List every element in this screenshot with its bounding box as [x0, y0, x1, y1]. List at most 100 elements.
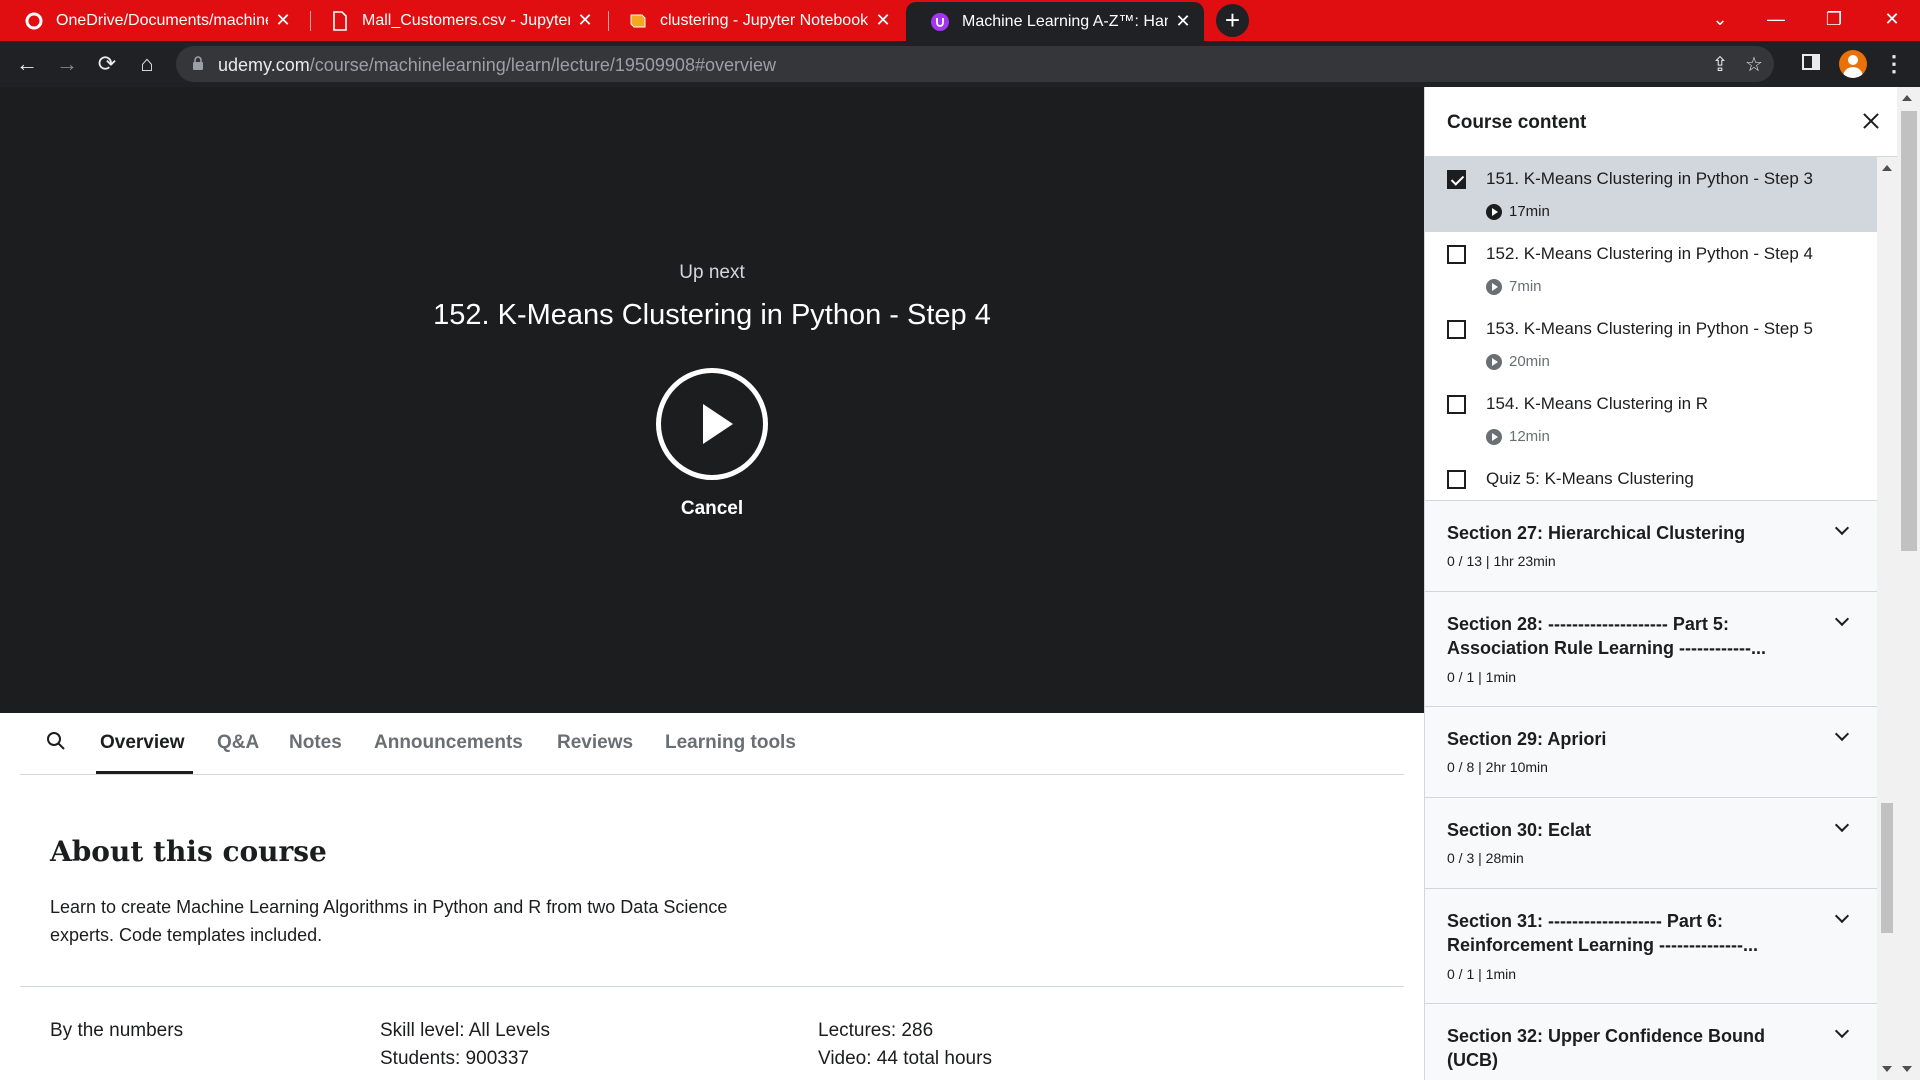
lecture-title: 153. K-Means Clustering in Python - Step… [1486, 319, 1813, 338]
scroll-down-arrow-icon[interactable] [1882, 1066, 1892, 1072]
lecture-duration: 20min [1486, 353, 1550, 370]
share-icon[interactable]: ⇪ [1708, 53, 1732, 77]
lecture-item[interactable]: 154. K-Means Clustering in R 12min [1425, 382, 1877, 457]
lecture-title: 151. K-Means Clustering in Python - Step… [1486, 169, 1813, 188]
play-icon [703, 404, 733, 444]
close-tab-icon[interactable]: ✕ [1168, 11, 1198, 32]
section-title: Section 28: -------------------- Part 5:… [1447, 614, 1766, 658]
bookmark-star-icon[interactable]: ☆ [1742, 53, 1766, 77]
search-icon[interactable] [46, 731, 66, 756]
reload-icon[interactable]: ⟳ [92, 49, 122, 79]
section-item[interactable]: Section 30: Eclat 0 / 3 | 28min [1425, 797, 1877, 888]
completed-checkbox[interactable] [1447, 245, 1466, 264]
tab-title: Machine Learning A-Z™: Hands-O [962, 12, 1168, 30]
new-tab-button[interactable]: + [1216, 4, 1249, 37]
tab-search-chevron-icon[interactable]: ⌄ [1692, 0, 1748, 38]
completed-checkbox[interactable] [1447, 470, 1466, 489]
close-tab-icon[interactable]: ✕ [868, 10, 898, 31]
section-meta: 0 / 8 | 2hr 10min [1447, 759, 1548, 775]
tab-title: OneDrive/Documents/machine-le [56, 11, 268, 29]
scrollbar-thumb[interactable] [1901, 111, 1917, 551]
close-sidebar-icon[interactable] [1857, 107, 1885, 135]
section-item[interactable]: Section 29: Apriori 0 / 8 | 2hr 10min [1425, 706, 1877, 797]
close-tab-icon[interactable]: ✕ [570, 10, 600, 31]
lecture-duration: 12min [1486, 428, 1550, 445]
section-meta: 0 / 1 | 1min [1447, 669, 1517, 685]
cancel-autoplay-button[interactable]: Cancel [0, 498, 1424, 520]
section-meta: 0 / 3 | 28min [1447, 850, 1524, 866]
duration-text: 7min [1509, 278, 1542, 295]
lecture-item[interactable]: 153. K-Means Clustering in Python - Step… [1425, 307, 1877, 382]
section-item[interactable]: Section 31: ------------------- Part 6: … [1425, 888, 1877, 1003]
url-text[interactable]: udemy.com/course/machinelearning/learn/l… [218, 55, 776, 76]
udemy-icon [930, 12, 950, 32]
scrollbar-thumb[interactable] [1881, 803, 1893, 933]
tab-reviews[interactable]: Reviews [557, 732, 633, 754]
section-item[interactable]: Section 28: -------------------- Part 5:… [1425, 591, 1877, 706]
tab-qa[interactable]: Q&A [217, 732, 259, 754]
chevron-down-icon[interactable] [1834, 726, 1850, 742]
section-item[interactable]: Section 32: Upper Confidence Bound (UCB) [1425, 1003, 1877, 1080]
section-item[interactable]: Section 27: Hierarchical Clustering 0 / … [1425, 500, 1877, 591]
about-course-heading: About this course [50, 835, 327, 868]
chevron-down-icon[interactable] [1834, 817, 1850, 833]
browser-tab-bar: OneDrive/Documents/machine-le ✕ Mall_Cus… [0, 0, 1920, 41]
section-title: Section 27: Hierarchical Clustering [1447, 523, 1746, 543]
play-circle-icon [1486, 428, 1502, 445]
play-next-button[interactable] [656, 368, 768, 480]
tab-overview[interactable]: Overview [100, 732, 185, 754]
up-next-title[interactable]: 152. K-Means Clustering in Python - Step… [0, 299, 1424, 332]
browser-tab-notebook[interactable]: clustering - Jupyter Notebook ✕ [604, 0, 904, 41]
profile-avatar[interactable] [1839, 50, 1867, 78]
side-panel-icon[interactable] [1799, 52, 1823, 76]
home-icon[interactable]: ⌂ [132, 49, 162, 79]
completed-checkbox[interactable] [1447, 170, 1466, 189]
browser-tab-csv[interactable]: Mall_Customers.csv - Jupyter Tex ✕ [306, 0, 606, 41]
browser-tab-onedrive[interactable]: OneDrive/Documents/machine-le ✕ [0, 0, 304, 41]
duration-text: 12min [1509, 428, 1550, 445]
scroll-up-arrow-icon[interactable] [1882, 165, 1892, 171]
tab-notes[interactable]: Notes [289, 732, 342, 754]
chevron-down-icon[interactable] [1834, 908, 1850, 924]
browser-menu-icon[interactable]: ⋮ [1883, 52, 1905, 76]
play-circle-icon [1486, 353, 1502, 370]
completed-checkbox[interactable] [1447, 395, 1466, 414]
lock-icon[interactable] [192, 56, 204, 76]
active-tab-indicator [96, 771, 193, 774]
divider [20, 986, 1404, 987]
duration-text: 17min [1509, 203, 1550, 220]
completed-checkbox[interactable] [1447, 320, 1466, 339]
close-window-button[interactable]: ✕ [1864, 0, 1920, 38]
restore-button[interactable]: ❐ [1806, 0, 1862, 38]
chevron-down-icon[interactable] [1834, 520, 1850, 536]
url-bar[interactable]: udemy.com/course/machinelearning/learn/l… [176, 46, 1774, 82]
chevron-down-icon[interactable] [1834, 611, 1850, 627]
tab-learning-tools[interactable]: Learning tools [665, 732, 796, 754]
close-tab-icon[interactable]: ✕ [268, 10, 298, 31]
lecture-item[interactable]: 152. K-Means Clustering in Python - Step… [1425, 232, 1877, 307]
sidebar-title: Course content [1447, 112, 1587, 133]
chevron-down-icon[interactable] [1834, 1023, 1850, 1039]
sidebar-header: Course content [1425, 87, 1897, 157]
lecture-item[interactable]: 151. K-Means Clustering in Python - Step… [1425, 157, 1877, 232]
lectures-count: Lectures: 286 [818, 1020, 934, 1041]
section-meta: 0 / 13 | 1hr 23min [1447, 553, 1556, 569]
scroll-up-arrow-icon[interactable] [1902, 95, 1912, 101]
video-frame [0, 87, 1268, 713]
back-arrow-icon[interactable]: ← [12, 49, 42, 79]
minimize-button[interactable]: — [1748, 0, 1804, 38]
tab-title: Mall_Customers.csv - Jupyter Tex [362, 11, 570, 29]
browser-tab-udemy[interactable]: Machine Learning A-Z™: Hands-O ✕ [906, 2, 1204, 41]
lecture-title: 154. K-Means Clustering in R [1486, 394, 1709, 413]
video-hours: Video: 44 total hours [818, 1048, 992, 1069]
section-meta: 0 / 1 | 1min [1447, 966, 1517, 982]
quiz-title: Quiz 5: K-Means Clustering [1486, 469, 1694, 488]
forward-arrow-icon[interactable]: → [52, 49, 82, 79]
lecture-duration: 7min [1486, 278, 1542, 295]
tab-announcements[interactable]: Announcements [374, 732, 523, 754]
sidebar-scrollbar[interactable] [1877, 157, 1897, 1080]
lecture-duration: 17min [1486, 203, 1550, 220]
section-title: Section 31: ------------------- Part 6: … [1447, 911, 1758, 955]
scroll-down-arrow-icon[interactable] [1902, 1066, 1912, 1072]
page-scrollbar[interactable] [1897, 87, 1920, 1080]
